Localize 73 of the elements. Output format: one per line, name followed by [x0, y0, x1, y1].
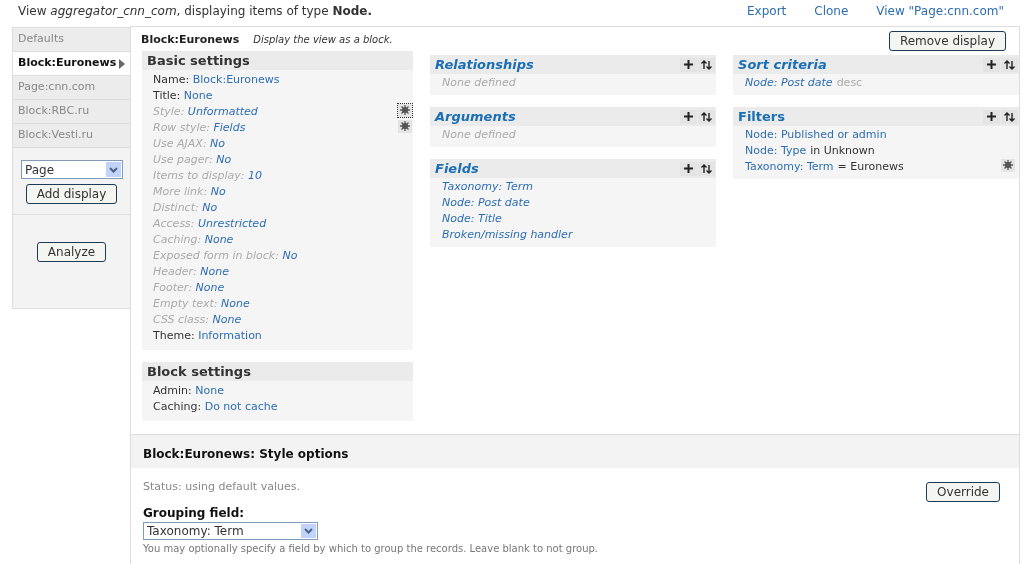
setting-row-text: Caching: None: [153, 231, 234, 248]
add-icon[interactable]: [680, 161, 697, 176]
setting-row-text: Items to display: 10: [153, 167, 263, 184]
item-link[interactable]: Node: Post date: [442, 194, 530, 212]
display-tab[interactable]: Page:cnn.com: [13, 76, 130, 100]
section-title[interactable]: Filters: [738, 106, 785, 127]
rearrange-icon[interactable]: [698, 57, 715, 72]
section-title: Block settings: [147, 362, 251, 381]
setting-row-text: Name: Block:Euronews: [153, 71, 280, 88]
dropdown-icon: [106, 162, 121, 177]
display-tab[interactable]: Defaults: [13, 28, 130, 52]
item-detail: = Euronews: [837, 158, 904, 175]
item-link[interactable]: Node: Title: [442, 210, 502, 228]
display-description: Display the view as a block.: [253, 33, 393, 48]
item-link[interactable]: Taxonomy: Term: [442, 178, 534, 196]
setting-row-text: Header: None: [153, 263, 229, 280]
item-detail: in Unknown: [810, 142, 875, 159]
setting-row-text: Title: None: [153, 87, 213, 104]
setting-row-text: Use AJAX: No: [153, 135, 226, 152]
grouping-select[interactable]: Taxonomy: Term: [143, 522, 318, 540]
item-link[interactable]: Node: Published or admin: [745, 126, 887, 144]
display-tab[interactable]: Block:Vesti.ru: [13, 124, 130, 148]
item-detail: desc: [836, 74, 863, 91]
header-link[interactable]: View "Page:cnn.com": [876, 2, 1004, 20]
setting-row-text: Footer: None: [153, 279, 225, 296]
gear-icon[interactable]: [398, 103, 413, 117]
setting-row-text: More link: No: [153, 183, 226, 200]
header-link[interactable]: Export: [747, 2, 787, 20]
display-tab[interactable]: Block:RBC.ru: [13, 100, 130, 124]
section-title[interactable]: Fields: [435, 158, 479, 179]
display-title: Block:Euronews: [141, 32, 240, 49]
remove-display-button[interactable]: Remove display: [888, 30, 1006, 51]
setting-row-text: Access: Unrestricted: [153, 215, 267, 232]
rearrange-icon[interactable]: [698, 109, 715, 124]
setting-row-text: Use pager: No: [153, 151, 232, 168]
style-options-title: Block:Euronews: Style options: [143, 446, 349, 463]
override-button[interactable]: Override: [926, 482, 1000, 502]
setting-row-text: CSS class: None: [153, 311, 242, 328]
rearrange-icon[interactable]: [1001, 109, 1018, 124]
add-icon[interactable]: [680, 109, 697, 124]
header-link[interactable]: Clone: [814, 2, 849, 20]
view-summary: View aggregator_cnn_com, displaying items of type Node.: [18, 3, 372, 20]
arrow-icon: [119, 58, 126, 69]
add-icon[interactable]: [983, 57, 1000, 72]
gear-icon[interactable]: [1001, 158, 1015, 172]
status-text: Status: using default values.: [143, 478, 300, 495]
item-link[interactable]: Node: Post date: [745, 74, 833, 92]
setting-row-text: Style: Unformatted: [153, 103, 258, 120]
rearrange-icon[interactable]: [698, 161, 715, 176]
rearrange-icon[interactable]: [1001, 57, 1018, 72]
setting-row-text: Distinct: No: [153, 199, 218, 216]
item-link[interactable]: Node: Type: [745, 142, 807, 160]
setting-row-text: Admin: None: [153, 382, 224, 399]
setting-row-text: Caching: Do not cache: [153, 398, 278, 415]
item-link[interactable]: Broken/missing handler: [442, 226, 573, 244]
grouping-description: You may optionally specify a field by which to group the records. Leave blank to not group.: [143, 542, 600, 556]
empty-text: None defined: [442, 126, 516, 143]
setting-row-text: Exposed form in block: No: [153, 247, 298, 264]
gear-icon[interactable]: [398, 119, 413, 133]
setting-row-text: Row style: Fields: [153, 119, 246, 136]
display-tab[interactable]: Block:Euronews: [13, 52, 130, 76]
grouping-label: Grouping field:: [143, 505, 246, 522]
add-icon[interactable]: [983, 109, 1000, 124]
add-display-button[interactable]: Add display: [25, 184, 118, 204]
empty-text: None defined: [442, 74, 516, 91]
add-icon[interactable]: [680, 57, 697, 72]
analyze-button[interactable]: Analyze: [36, 242, 107, 262]
section-title: Basic settings: [147, 51, 250, 70]
display-type-select[interactable]: Page: [21, 160, 123, 179]
setting-row-text: Theme: Information: [153, 327, 262, 344]
dropdown-icon: [301, 524, 316, 538]
setting-row-text: Empty text: None: [153, 295, 250, 312]
item-link[interactable]: Taxonomy: Term: [745, 158, 834, 176]
